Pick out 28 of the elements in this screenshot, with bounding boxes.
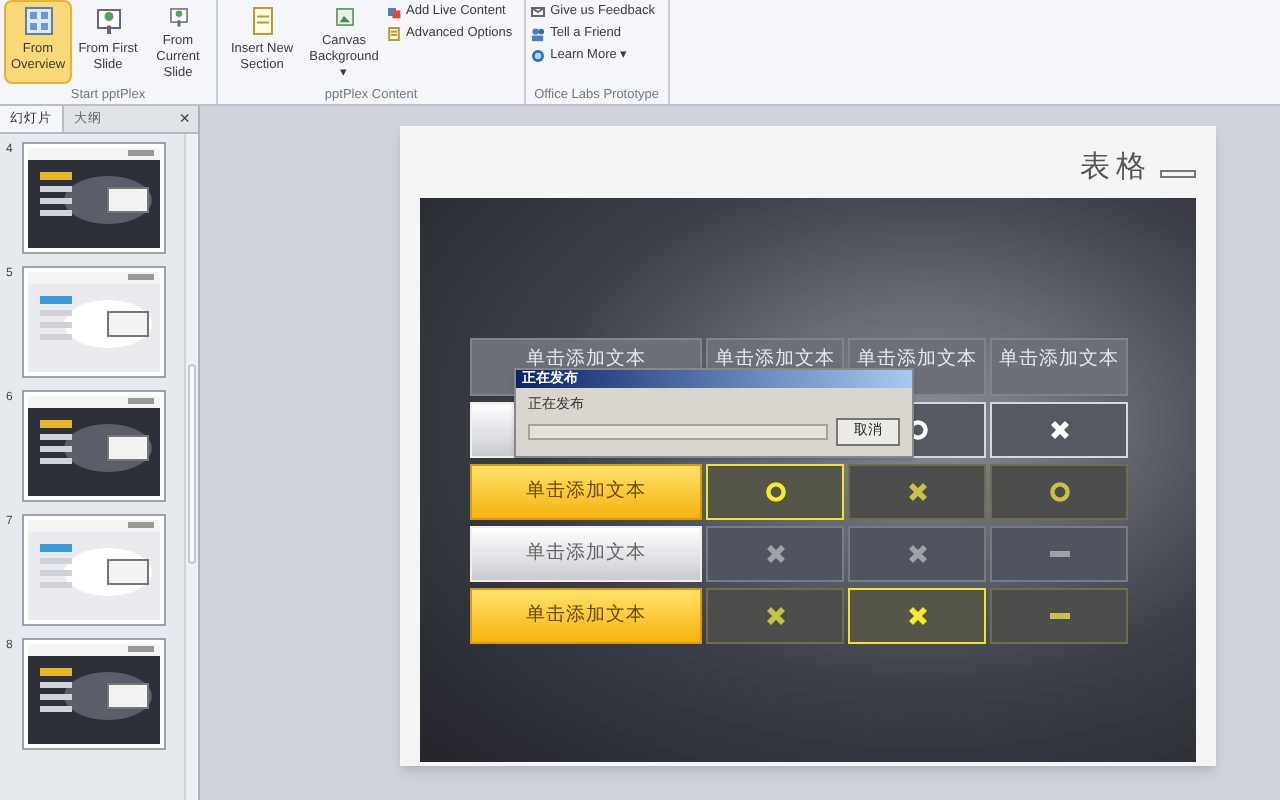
title-bar-shape: [1160, 170, 1196, 178]
scrollbar[interactable]: [184, 134, 198, 800]
table-header-cell: 单击添加文本: [990, 338, 1128, 396]
grid-icon: [23, 6, 53, 36]
cross-mark-icon: [1047, 418, 1071, 442]
circle-mark-icon: [763, 480, 787, 504]
row-label-cell: 单击添加文本: [470, 588, 702, 644]
slide-thumbnail[interactable]: [22, 266, 166, 378]
document-icon: [247, 6, 277, 36]
link-icon: [386, 4, 402, 20]
slide-title: 表格: [1080, 147, 1152, 188]
cross-mark-icon: [763, 604, 787, 628]
slide-thumbnail[interactable]: [22, 390, 166, 502]
help-icon: [530, 48, 547, 64]
circle-mark-icon: [1047, 480, 1071, 504]
cross-mark-icon: [905, 542, 929, 566]
cross-mark-icon: [905, 604, 929, 628]
people-icon: [530, 26, 547, 42]
slide-thumbnail[interactable]: [22, 638, 166, 750]
slide-thumbnail[interactable]: [22, 514, 166, 626]
document-icon: [386, 26, 402, 42]
cross-mark-icon: [905, 480, 929, 504]
row-label-cell: 单击添加文本: [470, 526, 702, 582]
projector-screen-icon: [93, 6, 123, 36]
row-label-cell: 单击添加文本: [470, 464, 702, 520]
cross-mark-icon: [763, 542, 787, 566]
slide-thumbnail[interactable]: [22, 142, 166, 254]
close-button[interactable]: ×: [171, 106, 198, 132]
